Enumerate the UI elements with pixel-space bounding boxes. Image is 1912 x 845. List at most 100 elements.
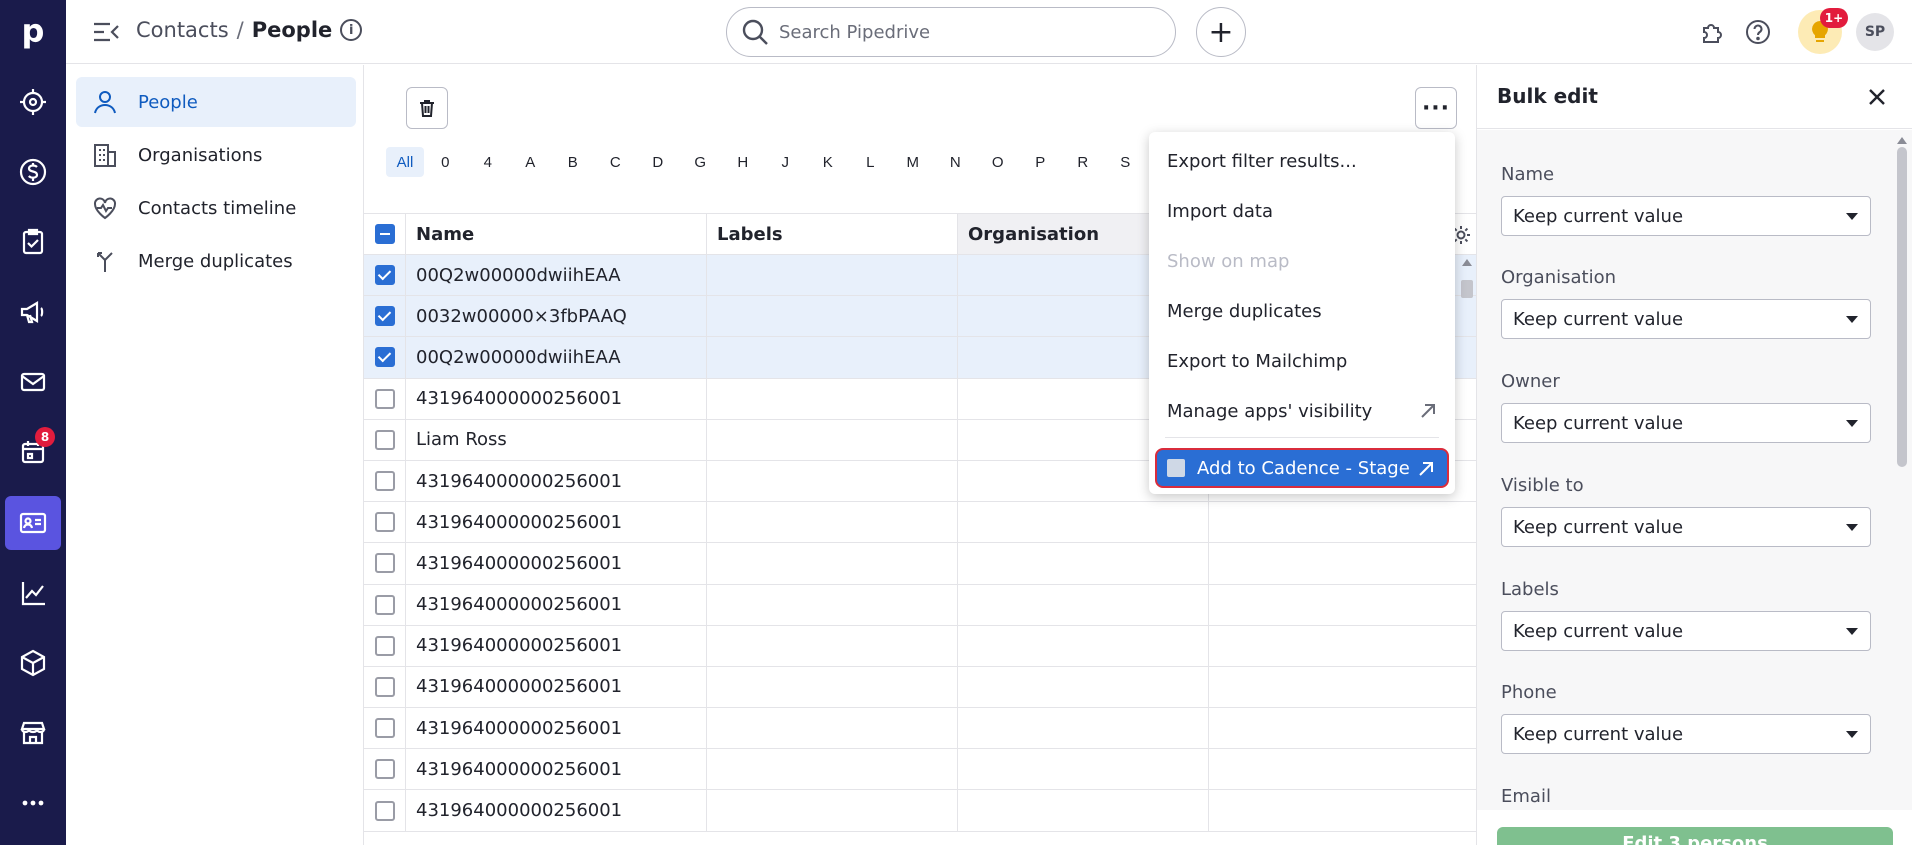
help-icon[interactable] (1740, 14, 1776, 50)
cell-organisation[interactable] (958, 502, 1209, 543)
rail-campaigns-icon[interactable] (5, 285, 61, 339)
row-checkbox[interactable] (374, 635, 395, 656)
scroll-thumb[interactable] (1897, 147, 1907, 467)
table-scrollbar[interactable] (1458, 255, 1476, 845)
cell-labels[interactable] (707, 378, 958, 419)
column-header-labels[interactable]: Labels (707, 214, 958, 254)
alpha-filter-item[interactable]: D (637, 147, 680, 177)
table-row[interactable]: 431964000000256001 (364, 584, 1476, 626)
add-button[interactable]: + (1196, 7, 1246, 57)
info-icon[interactable]: i (340, 19, 363, 41)
cell-organisation[interactable] (958, 543, 1209, 584)
collapse-menu-icon[interactable] (92, 19, 120, 45)
column-header-name[interactable]: Name (406, 214, 707, 254)
cell-name[interactable]: 00Q2w00000dwiihEAA (406, 255, 707, 296)
rail-products-icon[interactable] (5, 636, 61, 690)
person-name[interactable]: 431964000000256001 (416, 512, 622, 533)
alpha-filter-item[interactable]: O (977, 147, 1020, 177)
cell-labels[interactable] (707, 708, 958, 749)
scroll-up-arrow[interactable] (1897, 137, 1907, 144)
table-row[interactable]: 431964000000256001 (364, 708, 1476, 750)
menu-item-add-to-cadence[interactable]: Add to Cadence - Stage (1155, 448, 1449, 488)
alpha-filter-item[interactable]: A (509, 147, 552, 177)
cell-labels[interactable] (707, 543, 958, 584)
cell-labels[interactable] (707, 255, 958, 296)
row-checkbox[interactable] (374, 759, 395, 780)
row-checkbox[interactable] (374, 594, 395, 615)
alpha-filter-item[interactable]: K (807, 147, 850, 177)
row-checkbox[interactable] (374, 265, 395, 286)
alpha-filter-item[interactable]: J (764, 147, 807, 177)
person-name[interactable]: 00Q2w00000dwiihEAA (416, 265, 621, 286)
alpha-filter-item[interactable]: R (1062, 147, 1105, 177)
subnav-item-people[interactable]: People (76, 77, 356, 127)
subnav-item-contacts-timeline[interactable]: Contacts timeline (76, 183, 356, 233)
cell-name[interactable]: 431964000000256001 (406, 584, 707, 625)
table-row[interactable]: 431964000000256001 (364, 666, 1476, 709)
owner-select[interactable]: Keep current value (1501, 403, 1871, 443)
cell-name[interactable]: 431964000000256001 (406, 543, 707, 584)
person-name[interactable]: 431964000000256001 (416, 471, 622, 492)
rail-calendar-icon[interactable]: 8 (5, 425, 61, 479)
row-checkbox[interactable] (374, 718, 395, 739)
cell-name[interactable]: 00Q2w00000dwiihEAA (406, 337, 707, 378)
cell-name[interactable]: 431964000000256001 (406, 378, 707, 419)
row-checkbox[interactable] (374, 347, 395, 368)
edit-persons-button[interactable]: Edit 3 persons (1497, 827, 1893, 845)
more-actions-button[interactable]: ··· (1415, 87, 1457, 129)
row-checkbox[interactable] (374, 471, 395, 492)
cell-labels[interactable] (707, 625, 958, 666)
cell-labels[interactable] (707, 337, 958, 378)
table-row[interactable]: 431964000000256001 (364, 749, 1476, 791)
rail-leads-icon[interactable] (5, 75, 61, 129)
alpha-filter-item[interactable]: 0 (424, 147, 467, 177)
alpha-filter-item[interactable]: N (934, 147, 977, 177)
cell-labels[interactable] (707, 419, 958, 460)
close-icon[interactable] (1863, 83, 1891, 111)
rail-mail-icon[interactable] (5, 355, 61, 409)
alpha-filter-item[interactable]: C (594, 147, 637, 177)
alpha-filter-item[interactable]: H (722, 147, 765, 177)
rail-deals-icon[interactable] (5, 145, 61, 199)
alpha-filter-item[interactable]: P (1019, 147, 1062, 177)
search-input[interactable] (779, 21, 1139, 43)
row-checkbox[interactable] (374, 800, 395, 821)
cell-organisation[interactable] (958, 708, 1209, 749)
person-name[interactable]: 431964000000256001 (416, 759, 622, 780)
rail-insights-icon[interactable] (5, 566, 61, 620)
cell-name[interactable]: 431964000000256001 (406, 749, 707, 790)
alpha-filter-item[interactable]: All (386, 147, 424, 177)
table-row[interactable]: 431964000000256001 (364, 790, 1476, 832)
organisation-select[interactable]: Keep current value (1501, 299, 1871, 339)
row-checkbox[interactable] (374, 388, 395, 409)
alpha-filter-item[interactable]: G (679, 147, 722, 177)
labels-select[interactable]: Keep current value (1501, 611, 1871, 651)
panel-scrollbar[interactable] (1895, 137, 1909, 817)
person-name[interactable]: 431964000000256001 (416, 635, 622, 656)
cell-organisation[interactable] (958, 666, 1209, 708)
row-checkbox[interactable] (374, 429, 395, 450)
cell-labels[interactable] (707, 790, 958, 831)
cell-labels[interactable] (707, 502, 958, 543)
breadcrumb-contacts[interactable]: Contacts (136, 18, 229, 42)
alpha-filter-item[interactable]: L (849, 147, 892, 177)
extensions-icon[interactable] (1694, 14, 1730, 50)
person-name[interactable]: 00Q2w00000dwiihEAA (416, 347, 621, 368)
search-box[interactable] (726, 7, 1176, 57)
alpha-filter-item[interactable]: S (1104, 147, 1147, 177)
rail-activities-icon[interactable] (5, 215, 61, 269)
table-row[interactable]: 431964000000256001 (364, 543, 1476, 585)
alpha-filter-item[interactable]: M (892, 147, 935, 177)
rail-contacts-icon[interactable] (5, 496, 61, 550)
row-checkbox[interactable] (374, 676, 395, 697)
row-checkbox[interactable] (374, 553, 395, 574)
menu-item-import-data[interactable]: Import data (1149, 186, 1455, 236)
avatar[interactable]: SP (1856, 13, 1894, 51)
row-checkbox[interactable] (374, 512, 395, 533)
person-name[interactable]: 431964000000256001 (416, 594, 622, 615)
alpha-filter-item[interactable]: B (552, 147, 595, 177)
delete-button[interactable] (406, 87, 448, 129)
pipedrive-logo[interactable]: p (0, 0, 66, 62)
person-name[interactable]: 0032w00000×3fbPAAQ (416, 306, 627, 327)
menu-item-export-to-mailchimp[interactable]: Export to Mailchimp (1149, 336, 1455, 386)
